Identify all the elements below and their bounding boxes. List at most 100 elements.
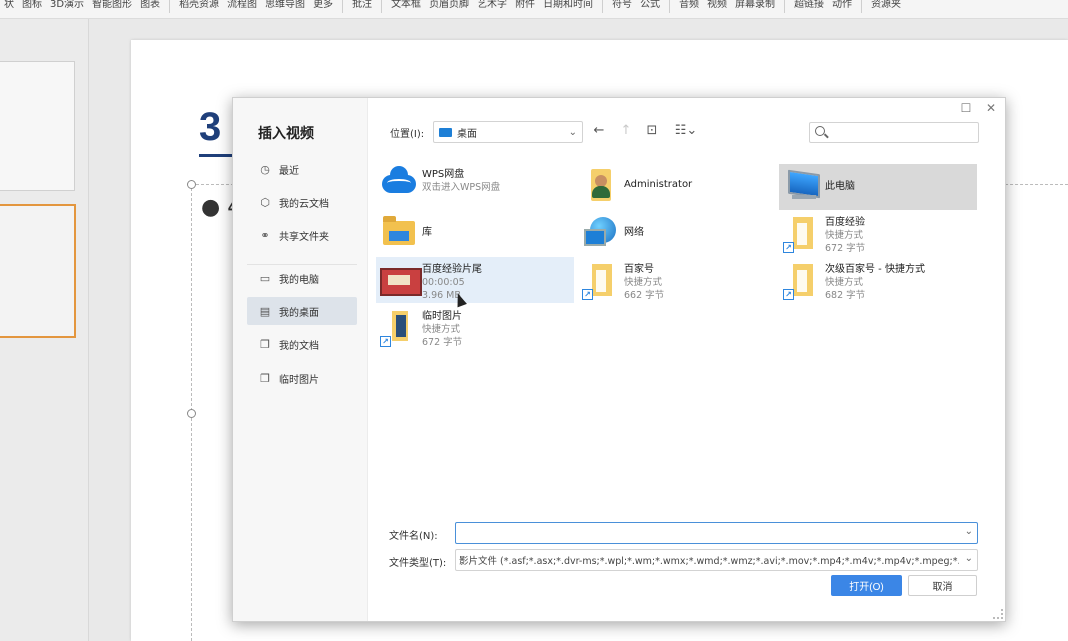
desktop-icon: ▤ [259,304,271,318]
file-item-library[interactable]: 库 [376,210,574,256]
ribbon-item-comment[interactable]: 批注 [348,0,376,11]
file-item-wps-cloud[interactable]: WPS网盘 双击进入WPS网盘 [376,162,574,208]
filetype-value: 影片文件 (*.asf;*.asx;*.dvr-ms;*.wpl;*.wm;*.… [459,556,959,567]
file-size: 682 字节 [825,290,866,301]
nav-label: 共享文件夹 [279,231,329,243]
ribbon-item-textbox[interactable]: 文本框 [387,0,425,11]
ribbon-item-chart[interactable]: 图表 [136,0,164,11]
ribbon-item-symbol[interactable]: 符号 [608,0,636,11]
ribbon-divider [669,0,671,13]
close-icon[interactable]: ✕ [984,101,998,115]
open-button[interactable]: 打开(O) [831,575,902,596]
file-size: 662 字节 [624,290,665,301]
file-desc: 双击进入WPS网盘 [422,182,501,193]
ribbon-divider [169,0,171,13]
ribbon-item-action[interactable]: 动作 [828,0,856,11]
ribbon-item-icons[interactable]: 图标 [18,0,46,11]
nav-recent[interactable]: ◷ 最近 [247,155,357,183]
file-name: Administrator [624,179,693,190]
ribbon-item-attachment[interactable]: 附件 [511,0,539,11]
file-name: 此电脑 [825,181,855,192]
chevron-down-icon: ⌄ [964,553,973,564]
network-icon [582,213,620,253]
file-item-baidu-jingyan[interactable]: ↗ 百度经验 快捷方式 672 字节 [779,210,977,256]
location-select[interactable]: 桌面 ⌄ [433,121,583,143]
nav-label: 临时图片 [279,374,319,386]
back-arrow-icon[interactable]: ← [591,124,607,138]
view-mode-icon[interactable]: ☷⌄ [673,124,699,138]
chevron-down-icon: ⌄ [568,126,577,138]
filename-combobox[interactable]: ⌄ [455,522,978,544]
ribbon-item-audio[interactable]: 音频 [675,0,703,11]
up-arrow-icon[interactable]: ↑ [618,124,634,138]
file-item-administrator[interactable]: Administrator [578,162,776,208]
ribbon-divider [342,0,344,13]
file-item-this-pc[interactable]: 此电脑 [779,164,977,210]
shortcut-image-icon: ↗ [380,307,418,347]
ribbon-item-wordart[interactable]: 艺术字 [473,0,511,11]
file-name: 库 [422,227,432,238]
search-input[interactable] [830,124,974,141]
desktop-folder-icon [439,127,452,137]
cancel-button[interactable]: 取消 [908,575,977,596]
file-item-temp-images[interactable]: ↗ 临时图片 快捷方式 672 字节 [376,304,574,350]
slide-title-underline [199,154,235,157]
ribbon-item-shape[interactable]: 状 [0,0,18,11]
nav-label: 我的电脑 [279,274,319,286]
file-name: 临时图片 [422,311,462,322]
dialog-title: 插入视频 [258,126,314,142]
filetype-select[interactable]: 影片文件 (*.asf;*.asx;*.dvr-ms;*.wpl;*.wm;*.… [455,549,978,571]
nav-label: 我的云文档 [279,198,329,210]
ribbon-item-datetime[interactable]: 日期和时间 [539,0,597,11]
maximize-icon[interactable]: ☐ [959,101,973,115]
file-size: 3.96 MB [422,290,461,301]
chevron-down-icon[interactable]: ⌄ [965,526,973,537]
ribbon-item-smartart[interactable]: 智能图形 [88,0,136,11]
file-item-baijiahao[interactable]: ↗ 百家号 快捷方式 662 字节 [578,257,776,303]
nav-temp-images[interactable]: ❐ 临时图片 [247,364,357,392]
resize-grip-icon[interactable] [993,609,1003,619]
slide-thumbnail[interactable] [0,61,75,191]
dialog-sidebar: 插入视频 ◷ 最近 ⬡ 我的云文档 ⚭ 共享文件夹 ▭ 我的电脑 ▤ 我的桌面 … [233,98,368,621]
file-item-secondary-baijiahao[interactable]: ↗ 次级百家号 - 快捷方式 快捷方式 682 字节 [779,257,977,303]
ribbon-toolbar: 状 图标 3D演示 智能图形 图表 稻壳资源 流程图 思维导图 更多 批注 文本… [0,0,1068,19]
file-name: WPS网盘 [422,169,465,180]
library-folder-icon [380,213,418,253]
file-type: 快捷方式 [422,324,461,335]
file-item-network[interactable]: 网络 [578,210,776,256]
ribbon-item-resource-folder[interactable]: 资源夹 [867,0,905,11]
ribbon-item-video[interactable]: 视频 [703,0,731,11]
nav-label: 最近 [279,165,299,177]
ribbon-item-formula[interactable]: 公式 [636,0,664,11]
ribbon-item-screen-record[interactable]: 屏幕录制 [731,0,779,11]
slide-thumbnail-selected[interactable] [0,204,76,338]
file-name: 百度经验 [825,217,865,228]
slide-title[interactable]: 3 [199,105,221,150]
resize-handle[interactable] [187,180,196,189]
filename-input[interactable] [460,525,960,542]
file-type: 快捷方式 [825,230,864,241]
documents-icon: ❐ [260,337,270,351]
ribbon-item-more[interactable]: 更多 [309,0,337,11]
resize-handle[interactable] [187,409,196,418]
ribbon-item-3d[interactable]: 3D演示 [46,0,88,11]
new-folder-icon[interactable]: ⊡ [644,124,660,138]
nav-shared-folder[interactable]: ⚭ 共享文件夹 [247,221,357,249]
ribbon-item-mindmap[interactable]: 思维导图 [261,0,309,11]
ribbon-item-flowchart[interactable]: 流程图 [223,0,261,11]
nav-my-documents[interactable]: ❐ 我的文档 [247,330,357,358]
ribbon-item-resources[interactable]: 稻壳资源 [175,0,223,11]
ribbon-divider [861,0,863,13]
nav-my-desktop[interactable]: ▤ 我的桌面 [247,297,357,325]
nav-cloud-docs[interactable]: ⬡ 我的云文档 [247,188,357,216]
file-item-video-outro[interactable]: 百度经验片尾 00:00:05 3.96 MB [376,257,574,303]
nav-my-computer[interactable]: ▭ 我的电脑 [247,264,357,292]
slide-thumbnail-panel [0,19,89,641]
file-type: 快捷方式 [624,277,663,288]
ribbon-item-hyperlink[interactable]: 超链接 [790,0,828,11]
search-box[interactable] [809,122,979,143]
insert-video-dialog: 插入视频 ◷ 最近 ⬡ 我的云文档 ⚭ 共享文件夹 ▭ 我的电脑 ▤ 我的桌面 … [232,97,1006,622]
shortcut-folder-icon: ↗ [783,213,821,253]
ribbon-item-header-footer[interactable]: 页眉页脚 [425,0,473,11]
file-size: 672 字节 [422,337,463,348]
